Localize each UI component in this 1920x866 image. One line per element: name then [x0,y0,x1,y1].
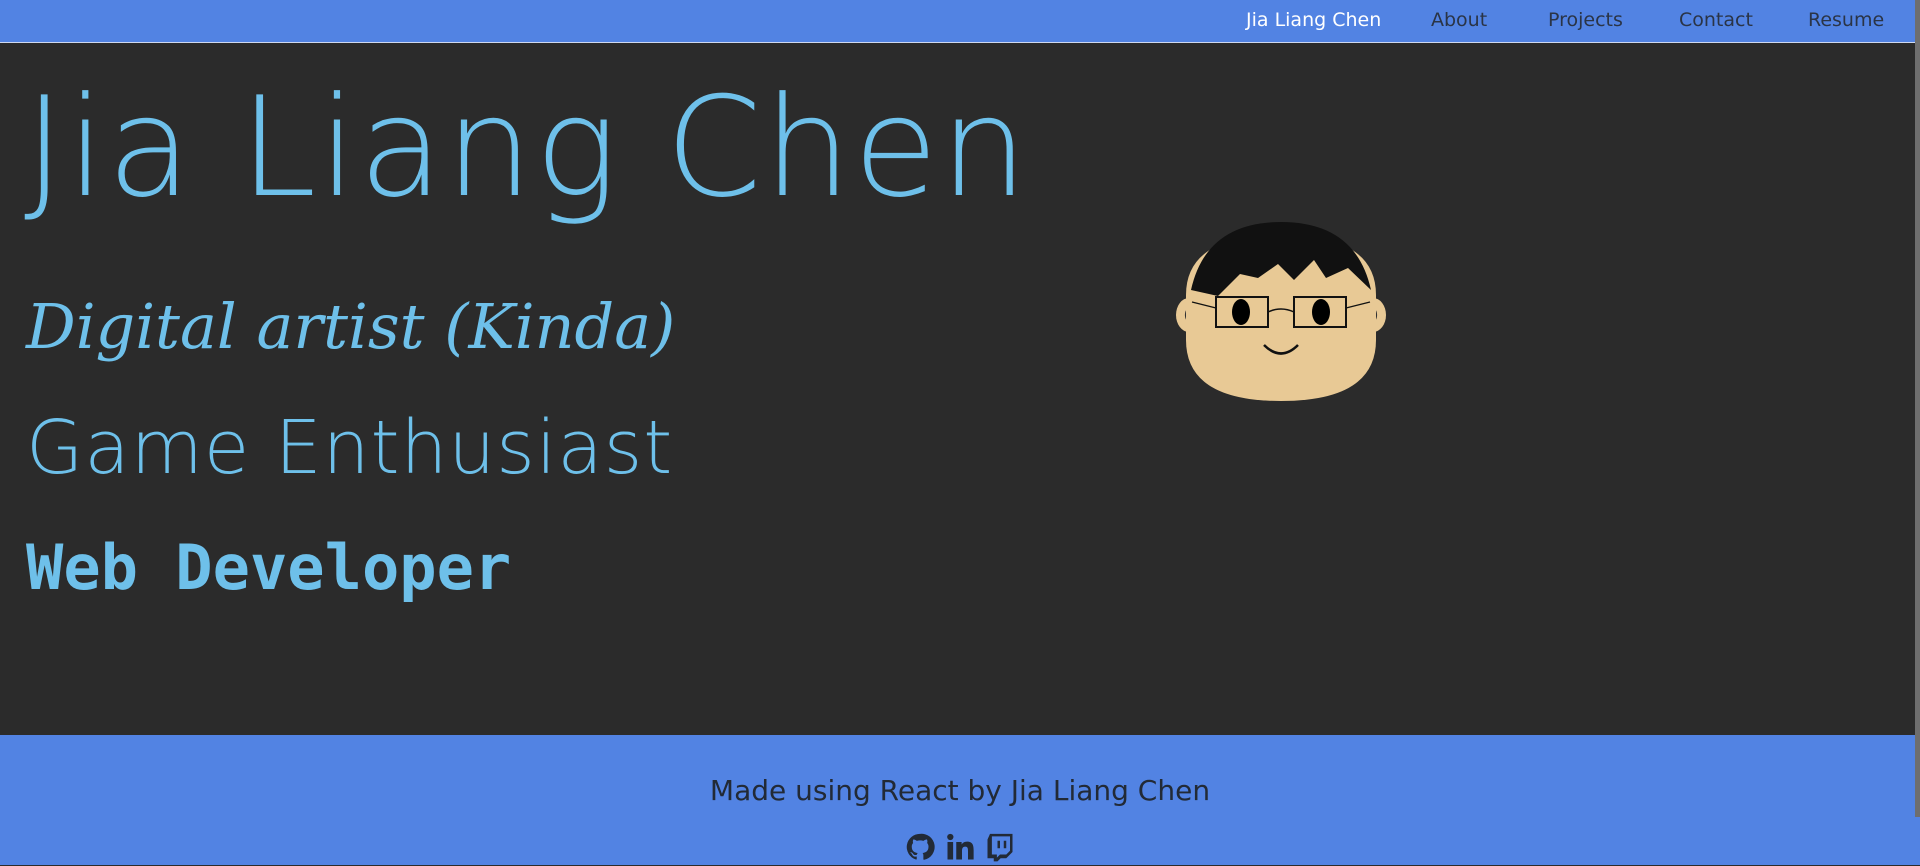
social-links [0,832,1920,862]
hero-title: Jia Liang Chen [24,67,1030,228]
right-eye [1312,299,1330,325]
nav-projects[interactable]: Projects [1548,9,1623,31]
avatar-illustration [1176,222,1386,401]
hero-section: Jia Liang Chen Digital artist (Kinda) Ga… [0,43,1920,735]
navbar: Jia Liang Chen About Projects Contact Re… [0,0,1920,43]
tagline-game-enthusiast: Game Enthusiast [26,405,674,491]
nav-brand[interactable]: Jia Liang Chen [1246,9,1381,31]
nav-about[interactable]: About [1431,9,1487,31]
nav-resume[interactable]: Resume [1808,9,1884,31]
github-icon[interactable] [905,832,935,862]
nav-contact[interactable]: Contact [1679,9,1753,31]
footer: Made using React by Jia Liang Chen [0,735,1920,865]
footer-text: Made using React by Jia Liang Chen [709,774,1211,807]
twitch-icon[interactable] [985,832,1015,862]
scrollbar[interactable] [1915,0,1920,817]
tagline-digital-artist: Digital artist (Kinda) [26,290,676,363]
left-eye [1232,299,1250,325]
linkedin-icon[interactable] [945,832,975,862]
tagline-web-developer: Web Developer [26,531,512,604]
